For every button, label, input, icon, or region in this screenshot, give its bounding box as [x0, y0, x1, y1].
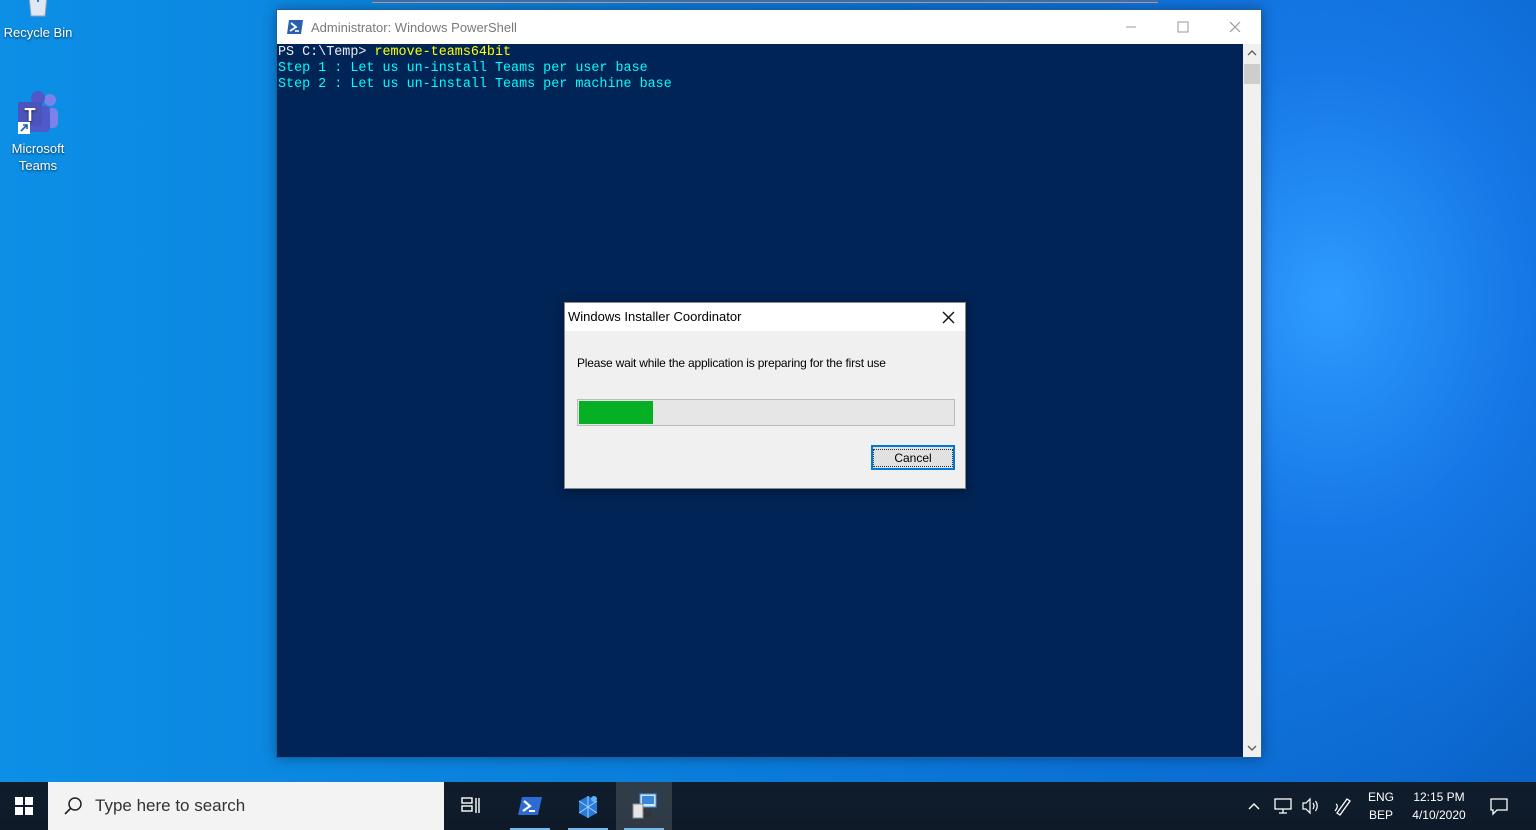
powershell-titlebar[interactable]: Administrator: Windows PowerShell	[277, 10, 1261, 44]
dialog-titlebar[interactable]: Windows Installer Coordinator	[565, 303, 965, 331]
chevron-up-icon	[1247, 50, 1257, 56]
progress-fill	[579, 401, 654, 424]
maximize-icon	[1177, 21, 1189, 33]
recycle-bin-label: Recycle Bin	[3, 25, 73, 40]
teams-label: Microsoft Teams	[11, 141, 65, 173]
input-language-button[interactable]: ENG BEP	[1360, 782, 1402, 830]
console-prompt: PS C:\Temp>	[278, 45, 375, 60]
pen-icon	[1334, 798, 1351, 816]
powershell-title: Administrator: Windows PowerShell	[311, 19, 517, 35]
keyboard-layout: BEP	[1368, 808, 1393, 822]
console-output-line: Step 1 : Let us un-install Teams per use…	[278, 61, 648, 76]
start-button[interactable]	[0, 782, 48, 830]
clock-time: 12:15 PM	[1413, 790, 1465, 804]
dialog-close-button[interactable]	[931, 303, 965, 331]
cancel-button[interactable]: Cancel	[871, 445, 955, 470]
task-view-button[interactable]	[444, 782, 500, 830]
installer-dialog[interactable]: Windows Installer Coordinator Please wai…	[564, 302, 966, 489]
scroll-up-button[interactable]	[1243, 44, 1261, 62]
powershell-icon	[518, 797, 542, 815]
show-hidden-icons-button[interactable]	[1242, 782, 1266, 830]
teams-icon: T	[18, 91, 58, 134]
cancel-button-label: Cancel	[873, 448, 953, 467]
clock-date: 4/10/2020	[1412, 808, 1466, 822]
notification-icon	[1490, 798, 1508, 816]
background-window-edge	[372, 0, 1158, 3]
search-box[interactable]: Type here to search	[48, 782, 444, 830]
minimize-icon	[1126, 26, 1136, 28]
close-icon	[942, 311, 954, 323]
taskbar-powershell[interactable]	[502, 782, 558, 830]
dialog-message: Please wait while the application is pre…	[577, 356, 886, 370]
network-icon	[1274, 798, 1292, 814]
network-button[interactable]	[1270, 782, 1296, 830]
close-icon	[1229, 21, 1241, 33]
chevron-up-icon	[1248, 803, 1260, 810]
installer-coordinator-icon	[632, 793, 657, 819]
taskbar: Type here to search ENG BEP 12:15 PM 4/1…	[0, 782, 1536, 830]
language-code: ENG	[1367, 790, 1394, 804]
scroll-down-button[interactable]	[1243, 739, 1261, 757]
vertical-scrollbar[interactable]	[1243, 44, 1261, 757]
search-placeholder: Type here to search	[95, 796, 246, 815]
maximize-button[interactable]	[1157, 10, 1209, 44]
console-output-line: Step 2 : Let us un-install Teams per mac…	[278, 77, 672, 92]
desktop-icon-recycle-bin[interactable]: Recycle Bin	[0, 0, 76, 41]
pen-workspace-button[interactable]	[1330, 782, 1356, 830]
clock-button[interactable]: 12:15 PM 4/10/2020	[1404, 782, 1474, 830]
action-center-button[interactable]	[1484, 782, 1514, 830]
progress-bar	[577, 399, 955, 426]
windows-installer-icon	[578, 796, 598, 818]
powershell-icon	[287, 20, 303, 34]
search-icon	[64, 797, 82, 815]
windows-logo-icon	[15, 797, 33, 815]
desktop-icon-microsoft-teams[interactable]: T Microsoft Teams	[0, 90, 76, 174]
volume-icon	[1302, 797, 1318, 815]
chevron-down-icon	[1247, 745, 1257, 751]
dialog-title: Windows Installer Coordinator	[568, 309, 742, 324]
taskbar-windows-installer[interactable]	[560, 782, 616, 830]
taskbar-installer-coordinator[interactable]	[616, 782, 672, 830]
scrollbar-thumb[interactable]	[1244, 64, 1260, 84]
console-command: remove-teams64bit	[374, 45, 512, 60]
minimize-button[interactable]	[1105, 10, 1157, 44]
volume-button[interactable]	[1298, 782, 1324, 830]
task-view-icon	[461, 797, 480, 813]
recycle-bin-icon	[28, 0, 48, 17]
close-button[interactable]	[1209, 10, 1261, 44]
